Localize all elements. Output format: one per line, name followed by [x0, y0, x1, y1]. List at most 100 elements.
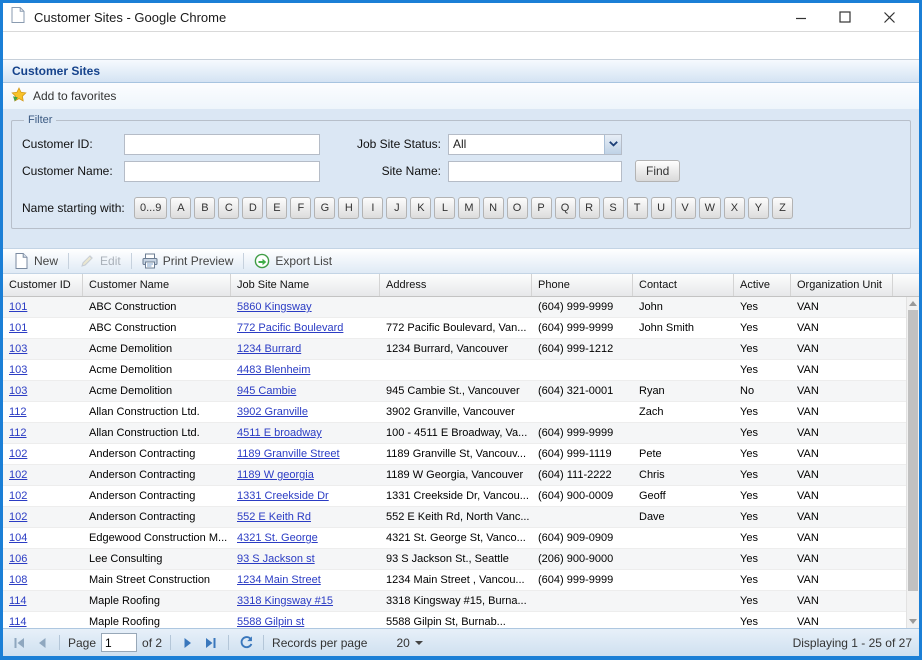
customer-id-link[interactable]: 102 [9, 490, 27, 502]
alpha-button-C[interactable]: C [218, 197, 239, 219]
alpha-button-W[interactable]: W [699, 197, 721, 219]
column-header[interactable]: Organization Unit [791, 274, 893, 296]
table-row[interactable]: 106Lee Consulting93 S Jackson st93 S Jac… [3, 549, 906, 570]
alpha-button-N[interactable]: N [483, 197, 504, 219]
customer-id-link[interactable]: 102 [9, 469, 27, 481]
job-site-name-link[interactable]: 93 S Jackson st [237, 553, 315, 565]
job-site-name-link[interactable]: 772 Pacific Boulevard [237, 322, 343, 334]
job-site-status-select[interactable]: All [448, 134, 622, 155]
table-row[interactable]: 101ABC Construction5860 Kingsway(604) 99… [3, 297, 906, 318]
table-row[interactable]: 101ABC Construction772 Pacific Boulevard… [3, 318, 906, 339]
alpha-button-E[interactable]: E [266, 197, 287, 219]
new-button[interactable]: New [8, 250, 64, 272]
table-row[interactable]: 114Maple Roofing3318 Kingsway #153318 Ki… [3, 591, 906, 612]
close-button[interactable] [867, 3, 911, 31]
alpha-button-V[interactable]: V [675, 197, 696, 219]
scroll-up-button[interactable] [907, 297, 919, 310]
alpha-button-U[interactable]: U [651, 197, 672, 219]
alpha-button-D[interactable]: D [242, 197, 263, 219]
table-row[interactable]: 103Acme Demolition1234 Burrard1234 Burra… [3, 339, 906, 360]
alpha-button-L[interactable]: L [434, 197, 455, 219]
alpha-button-K[interactable]: K [410, 197, 431, 219]
alpha-button-J[interactable]: J [386, 197, 407, 219]
scrollbar-thumb[interactable] [908, 310, 918, 591]
job-site-name-link[interactable]: 3318 Kingsway #15 [237, 595, 333, 607]
table-row[interactable]: 103Acme Demolition4483 BlenheimYesVAN [3, 360, 906, 381]
alpha-button-Y[interactable]: Y [748, 197, 769, 219]
print-preview-button[interactable]: Print Preview [136, 250, 240, 272]
scroll-down-button[interactable] [907, 615, 919, 628]
window-titlebar[interactable]: Customer Sites - Google Chrome [3, 3, 919, 32]
customer-name-input[interactable] [124, 161, 320, 182]
customer-id-link[interactable]: 103 [9, 364, 27, 376]
scrollbar-track[interactable] [907, 310, 919, 615]
vertical-scrollbar[interactable] [906, 297, 919, 628]
table-row[interactable]: 103Acme Demolition945 Cambie945 Cambie S… [3, 381, 906, 402]
job-site-name-link[interactable]: 5588 Gilpin st [237, 616, 304, 628]
customer-id-input[interactable] [124, 134, 320, 155]
table-row[interactable]: 102Anderson Contracting552 E Keith Rd552… [3, 507, 906, 528]
customer-id-link[interactable]: 102 [9, 448, 27, 460]
customer-id-link[interactable]: 108 [9, 574, 27, 586]
table-row[interactable]: 108Main Street Construction1234 Main Str… [3, 570, 906, 591]
alpha-button-G[interactable]: G [314, 197, 335, 219]
column-header[interactable]: Address [380, 274, 532, 296]
table-row[interactable]: 112Allan Construction Ltd.3902 Granville… [3, 402, 906, 423]
find-button[interactable]: Find [635, 160, 680, 182]
alpha-button-A[interactable]: A [170, 197, 191, 219]
alpha-button-Z[interactable]: Z [772, 197, 793, 219]
job-site-name-link[interactable]: 945 Cambie [237, 385, 296, 397]
site-name-input[interactable] [448, 161, 622, 182]
alpha-button-T[interactable]: T [627, 197, 648, 219]
add-to-favorites-link[interactable]: Add to favorites [33, 89, 116, 103]
column-header[interactable]: Phone [532, 274, 633, 296]
customer-id-link[interactable]: 103 [9, 385, 27, 397]
column-header[interactable]: Contact [633, 274, 734, 296]
next-page-button[interactable] [179, 634, 197, 652]
customer-id-link[interactable]: 101 [9, 322, 27, 334]
table-row[interactable]: 114Maple Roofing5588 Gilpin st5588 Gilpi… [3, 612, 906, 628]
maximize-button[interactable] [823, 3, 867, 31]
customer-id-link[interactable]: 101 [9, 301, 27, 313]
minimize-button[interactable] [779, 3, 823, 31]
records-per-page-select[interactable]: 20 [396, 636, 422, 650]
alpha-button-P[interactable]: P [531, 197, 552, 219]
job-site-name-link[interactable]: 3902 Granville [237, 406, 308, 418]
job-site-name-link[interactable]: 1234 Main Street [237, 574, 321, 586]
first-page-button[interactable] [10, 634, 28, 652]
table-row[interactable]: 102Anderson Contracting1189 W georgia118… [3, 465, 906, 486]
alpha-button-R[interactable]: R [579, 197, 600, 219]
customer-id-link[interactable]: 104 [9, 532, 27, 544]
page-number-input[interactable] [101, 633, 137, 652]
column-header[interactable]: Customer ID [3, 274, 83, 296]
job-site-name-link[interactable]: 5860 Kingsway [237, 301, 312, 313]
alpha-button-H[interactable]: H [338, 197, 359, 219]
customer-id-link[interactable]: 112 [9, 427, 27, 439]
alpha-button-I[interactable]: I [362, 197, 383, 219]
table-row[interactable]: 102Anderson Contracting1189 Granville St… [3, 444, 906, 465]
alpha-button-B[interactable]: B [194, 197, 215, 219]
alpha-button-X[interactable]: X [724, 197, 745, 219]
customer-id-link[interactable]: 114 [9, 616, 27, 628]
prev-page-button[interactable] [33, 634, 51, 652]
job-site-name-link[interactable]: 4511 E broadway [237, 427, 322, 439]
table-row[interactable]: 102Anderson Contracting1331 Creekside Dr… [3, 486, 906, 507]
alpha-button-M[interactable]: M [458, 197, 479, 219]
customer-id-link[interactable]: 112 [9, 406, 27, 418]
table-row[interactable]: 112Allan Construction Ltd.4511 E broadwa… [3, 423, 906, 444]
export-list-button[interactable]: Export List [248, 250, 338, 272]
customer-id-link[interactable]: 102 [9, 511, 27, 523]
job-site-name-link[interactable]: 1234 Burrard [237, 343, 301, 355]
alpha-button-S[interactable]: S [603, 197, 624, 219]
job-site-name-link[interactable]: 552 E Keith Rd [237, 511, 311, 523]
job-site-name-link[interactable]: 1189 W georgia [237, 469, 314, 481]
column-header[interactable]: Job Site Name [231, 274, 380, 296]
column-header[interactable]: Active [734, 274, 791, 296]
customer-id-link[interactable]: 114 [9, 595, 27, 607]
job-site-name-link[interactable]: 4483 Blenheim [237, 364, 310, 376]
column-header[interactable]: Customer Name [83, 274, 231, 296]
alpha-button-O[interactable]: O [507, 197, 528, 219]
alpha-button-Q[interactable]: Q [555, 197, 576, 219]
customer-id-link[interactable]: 103 [9, 343, 27, 355]
customer-id-link[interactable]: 106 [9, 553, 27, 565]
